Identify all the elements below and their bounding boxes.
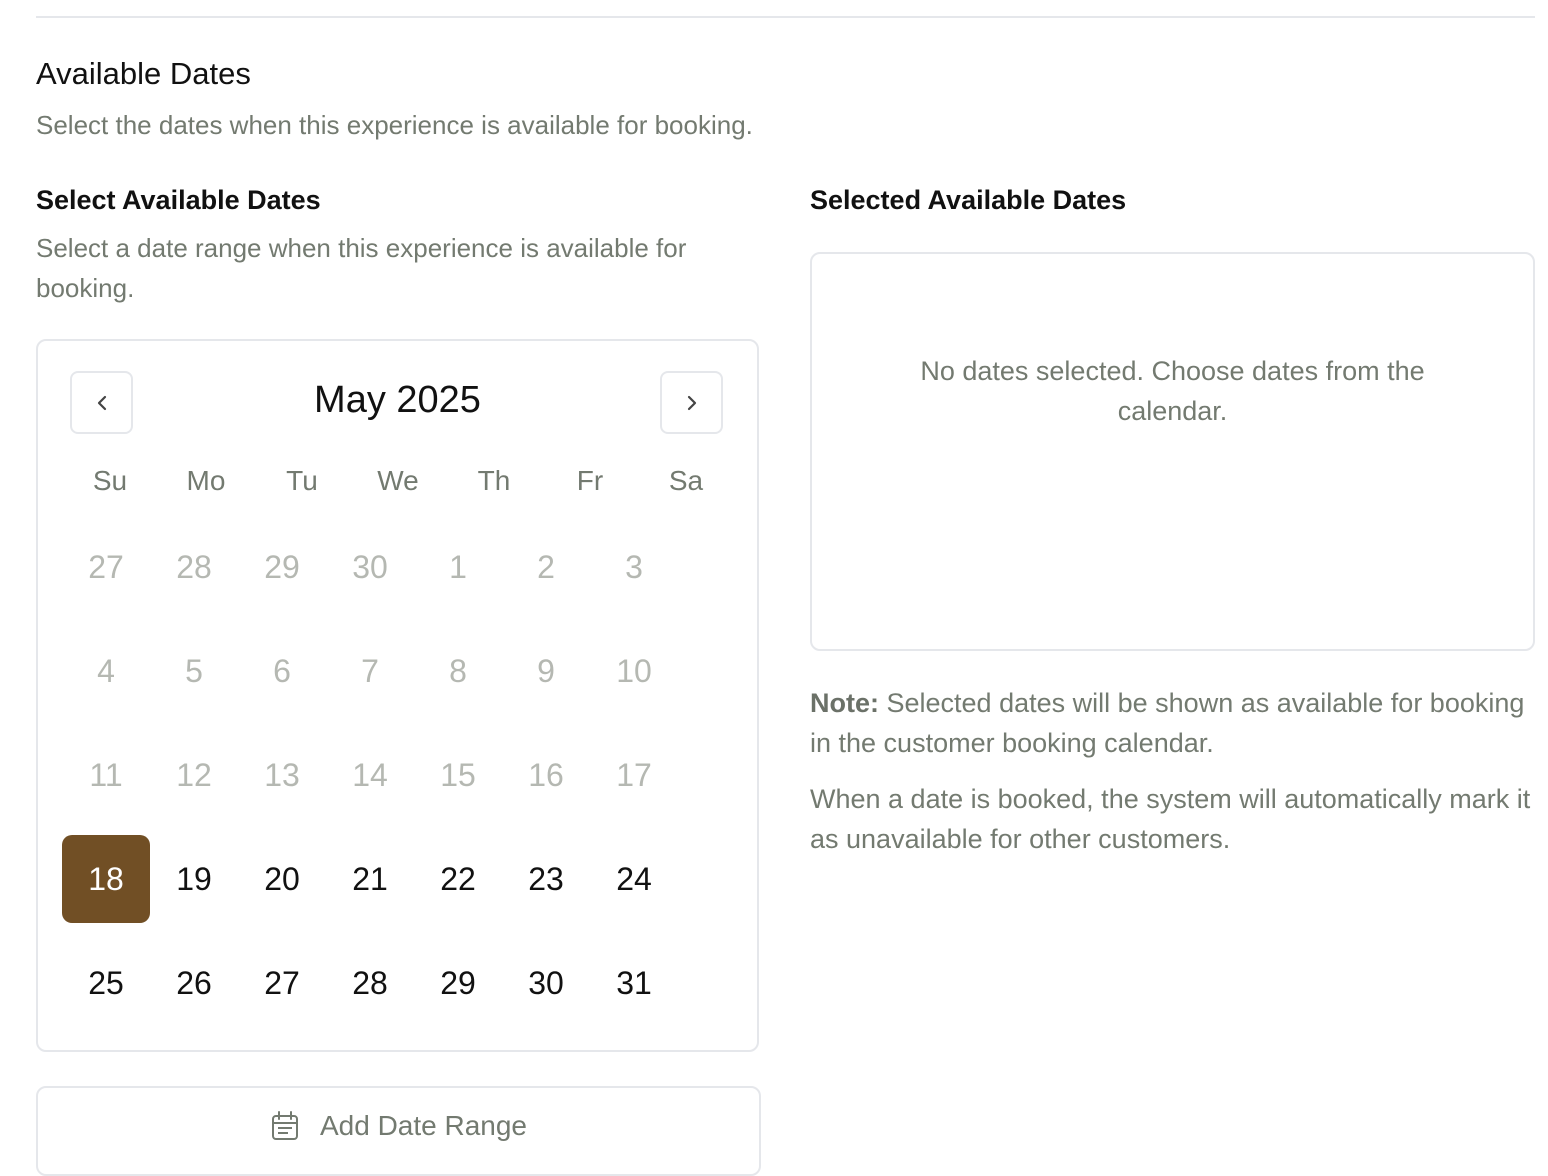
day-cell[interactable]: 31 (590, 939, 678, 1027)
day-cell[interactable]: 23 (502, 835, 590, 923)
day-cell-disabled: 29 (264, 548, 300, 585)
selected-dates-label: Selected Available Dates (810, 185, 1127, 215)
add-date-range-label: Add Date Range (319, 1110, 528, 1141)
empty-state-text: No dates selected. Choose dates from the… (920, 356, 1425, 426)
day-cell[interactable]: 24 (590, 835, 678, 923)
day-cell-disabled: 13 (264, 756, 300, 793)
day-cell-disabled: 30 (352, 548, 388, 585)
picker-label: Select Available Dates (36, 185, 321, 215)
weekday-label: Tu (286, 465, 318, 496)
section-title: Available Dates (36, 56, 251, 91)
weekday-label: Mo (186, 465, 226, 496)
day-cell-disabled: 9 (537, 652, 555, 689)
section-subtitle: Select the dates when this experience is… (36, 110, 753, 140)
day-cell[interactable]: 30 (502, 939, 590, 1027)
day-cell-disabled: 16 (528, 756, 564, 793)
chevron-right-icon (687, 395, 696, 410)
day-cell-disabled: 15 (440, 756, 476, 793)
selected-dates-list: No dates selected. Choose dates from the… (810, 252, 1535, 651)
add-date-range-button[interactable]: Add Date Range (36, 1086, 761, 1176)
day-cell[interactable]: 21 (326, 835, 414, 923)
day-cell-disabled: 10 (616, 652, 652, 689)
day-cell-disabled: 7 (361, 652, 379, 689)
day-cell-disabled: 17 (616, 756, 652, 793)
day-cell-disabled: 14 (352, 756, 388, 793)
day-cell-disabled: 4 (97, 652, 115, 689)
day-cell-disabled: 11 (89, 756, 123, 793)
day-cell[interactable]: 29 (414, 939, 502, 1027)
day-cell-disabled: 6 (273, 652, 291, 689)
day-cell-disabled: 12 (176, 756, 212, 793)
day-cell-disabled: 5 (185, 652, 203, 689)
selected-dates-header: Selected Available Dates (810, 180, 1535, 220)
note-text: Selected dates will be shown as availabl… (810, 688, 1525, 758)
weekday-label: Fr (576, 465, 604, 496)
day-cell-disabled: 3 (625, 548, 643, 585)
day-cell[interactable]: 28 (326, 939, 414, 1027)
weekday-label: Sa (668, 465, 704, 496)
day-grid: 27 28 29 30 1 2 3 4 5 6 7 8 9 10 11 12 13 14 15 16 17 18 19 20 2… (62, 523, 678, 1043)
day-cell-disabled: 8 (449, 652, 467, 689)
day-cell-selected[interactable]: 18 (62, 835, 150, 923)
notes: Note: Selected dates will be shown as av… (810, 683, 1535, 875)
day-cell[interactable]: 20 (238, 835, 326, 923)
calendar: May 2025 Su Mo Tu We Th Fr Sa 27 28 29 30 1 2 3 4 5 6 7 8… (36, 339, 759, 1052)
date-picker-header: Select Available Dates Select a date ran… (36, 180, 761, 308)
day-cell[interactable]: 25 (62, 939, 150, 1027)
note-prefix: Note: (810, 688, 879, 718)
day-cell[interactable]: 27 (238, 939, 326, 1027)
next-month-button[interactable] (660, 371, 723, 434)
weekday-header: Su Mo Tu We Th Fr Sa (62, 465, 734, 497)
day-cell[interactable]: 19 (150, 835, 238, 923)
day-cell[interactable]: 22 (414, 835, 502, 923)
day-cell-disabled: 28 (176, 548, 212, 585)
booked-note: When a date is booked, the system will a… (810, 784, 1531, 854)
month-label: May 2025 (314, 379, 481, 421)
weekday-label: We (377, 465, 419, 496)
day-cell[interactable]: 26 (150, 939, 238, 1027)
weekday-label: Th (477, 465, 511, 496)
top-divider (36, 16, 1535, 18)
day-cell-disabled: 1 (449, 548, 467, 585)
picker-helper-text: Select a date range when this experience… (36, 233, 687, 303)
day-cell-disabled: 2 (537, 548, 555, 585)
weekday-label: Su (92, 465, 128, 496)
day-cell-disabled: 27 (88, 548, 124, 585)
booking-note: Note: Selected dates will be shown as av… (810, 683, 1535, 763)
calendar-icon (271, 1111, 298, 1140)
